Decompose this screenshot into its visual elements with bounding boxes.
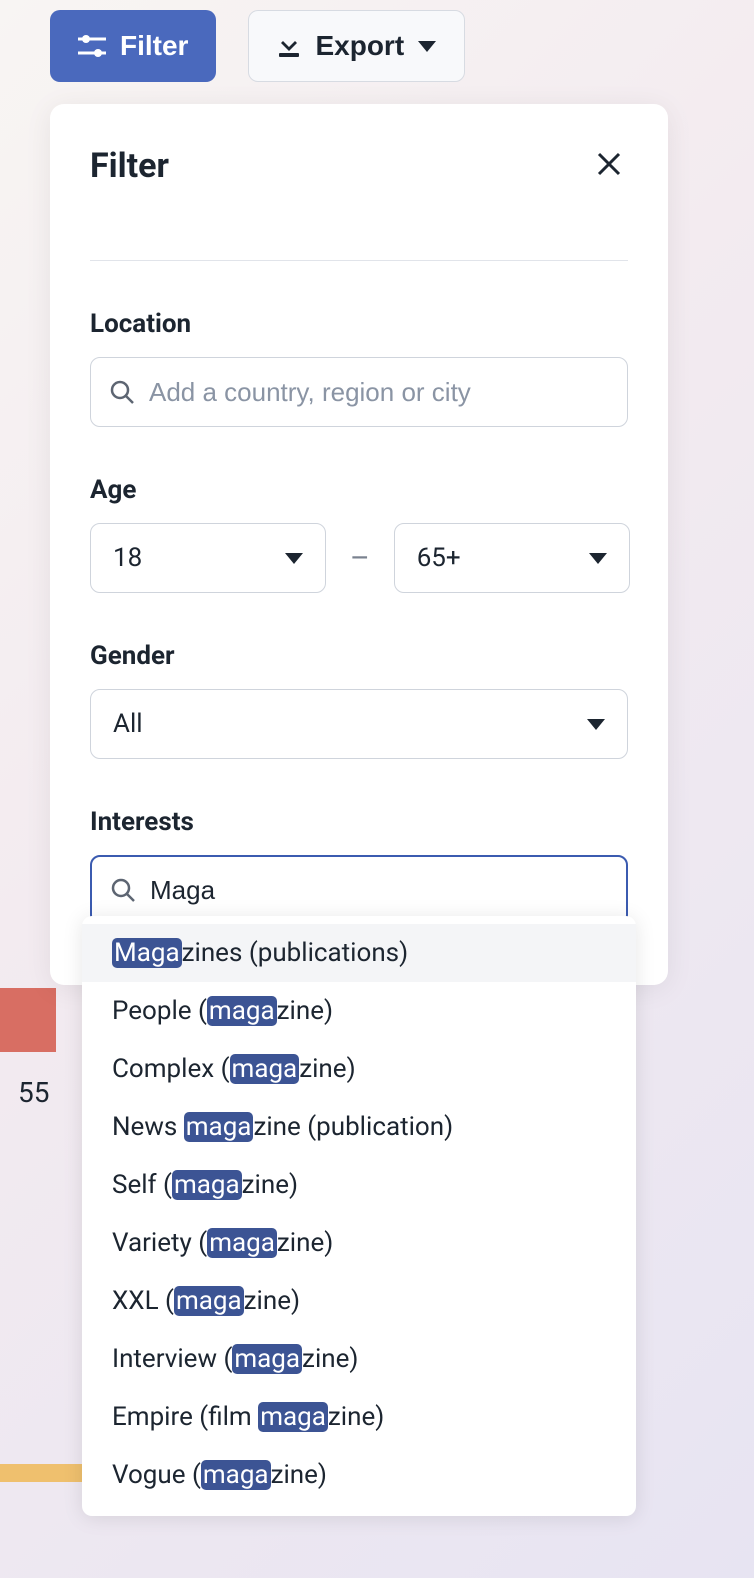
suggestion-item[interactable]: Empire (film magazine) (82, 1388, 636, 1446)
gender-select[interactable]: All (90, 689, 628, 759)
match-highlight: maga (207, 1228, 277, 1258)
suggestion-item[interactable]: XXL (magazine) (82, 1272, 636, 1330)
chevron-down-icon (418, 41, 436, 52)
toolbar: Filter Export (50, 10, 465, 82)
bg-bar-yellow (0, 1464, 82, 1482)
interests-input[interactable] (150, 875, 608, 906)
age-min-value: 18 (113, 543, 142, 573)
location-section: Location (90, 309, 628, 427)
location-field[interactable] (90, 357, 628, 427)
interests-suggestions: Magazines (publications)People (magazine… (82, 916, 636, 1516)
suggestion-item[interactable]: News magazine (publication) (82, 1098, 636, 1156)
gender-label: Gender (90, 641, 628, 671)
age-max-value: 65+ (417, 543, 461, 573)
match-highlight: maga (230, 1054, 300, 1084)
age-section: Age 18 – 65+ (90, 475, 628, 593)
filter-button[interactable]: Filter (50, 10, 216, 82)
location-input[interactable] (149, 377, 609, 408)
match-highlight: maga (201, 1460, 271, 1490)
location-label: Location (90, 309, 628, 339)
match-highlight: maga (184, 1112, 254, 1142)
export-button-label: Export (315, 30, 404, 62)
match-highlight: maga (258, 1402, 328, 1432)
age-range-separator: – (350, 541, 370, 576)
bg-bar-red (0, 988, 56, 1052)
match-highlight: maga (172, 1170, 242, 1200)
chevron-down-icon (587, 719, 605, 730)
interests-field[interactable] (90, 855, 628, 925)
match-highlight: Maga (112, 938, 182, 968)
gender-section: Gender All (90, 641, 628, 759)
suggestion-item[interactable]: Interview (magazine) (82, 1330, 636, 1388)
match-highlight: maga (232, 1344, 302, 1374)
filter-button-label: Filter (120, 30, 188, 62)
suggestion-item[interactable]: People (magazine) (82, 982, 636, 1040)
chevron-down-icon (285, 553, 303, 564)
search-icon (109, 379, 135, 405)
divider (90, 260, 628, 261)
search-icon (110, 877, 136, 903)
suggestion-item[interactable]: Magazines (publications) (82, 924, 636, 982)
suggestion-item[interactable]: Complex (magazine) (82, 1040, 636, 1098)
sliders-icon (78, 35, 106, 57)
filter-panel: Filter Location Age 18 (50, 104, 668, 985)
age-max-select[interactable]: 65+ (394, 523, 630, 593)
age-label: Age (90, 475, 628, 505)
suggestion-item[interactable]: Self (magazine) (82, 1156, 636, 1214)
suggestion-item[interactable]: Vogue (magazine) (82, 1446, 636, 1504)
match-highlight: maga (174, 1286, 244, 1316)
age-min-select[interactable]: 18 (90, 523, 326, 593)
close-icon[interactable] (590, 144, 628, 188)
panel-header: Filter (90, 144, 628, 188)
panel-title: Filter (90, 146, 169, 186)
interests-section: Interests (90, 807, 628, 925)
gender-value: All (113, 709, 143, 739)
export-button[interactable]: Export (248, 10, 465, 82)
chevron-down-icon (589, 553, 607, 564)
suggestion-item[interactable]: Variety (magazine) (82, 1214, 636, 1272)
interests-label: Interests (90, 807, 628, 837)
age-range-row: 18 – 65+ (90, 523, 628, 593)
download-icon (277, 33, 301, 59)
bg-axis-label: 55 (18, 1076, 49, 1109)
match-highlight: maga (207, 996, 277, 1026)
